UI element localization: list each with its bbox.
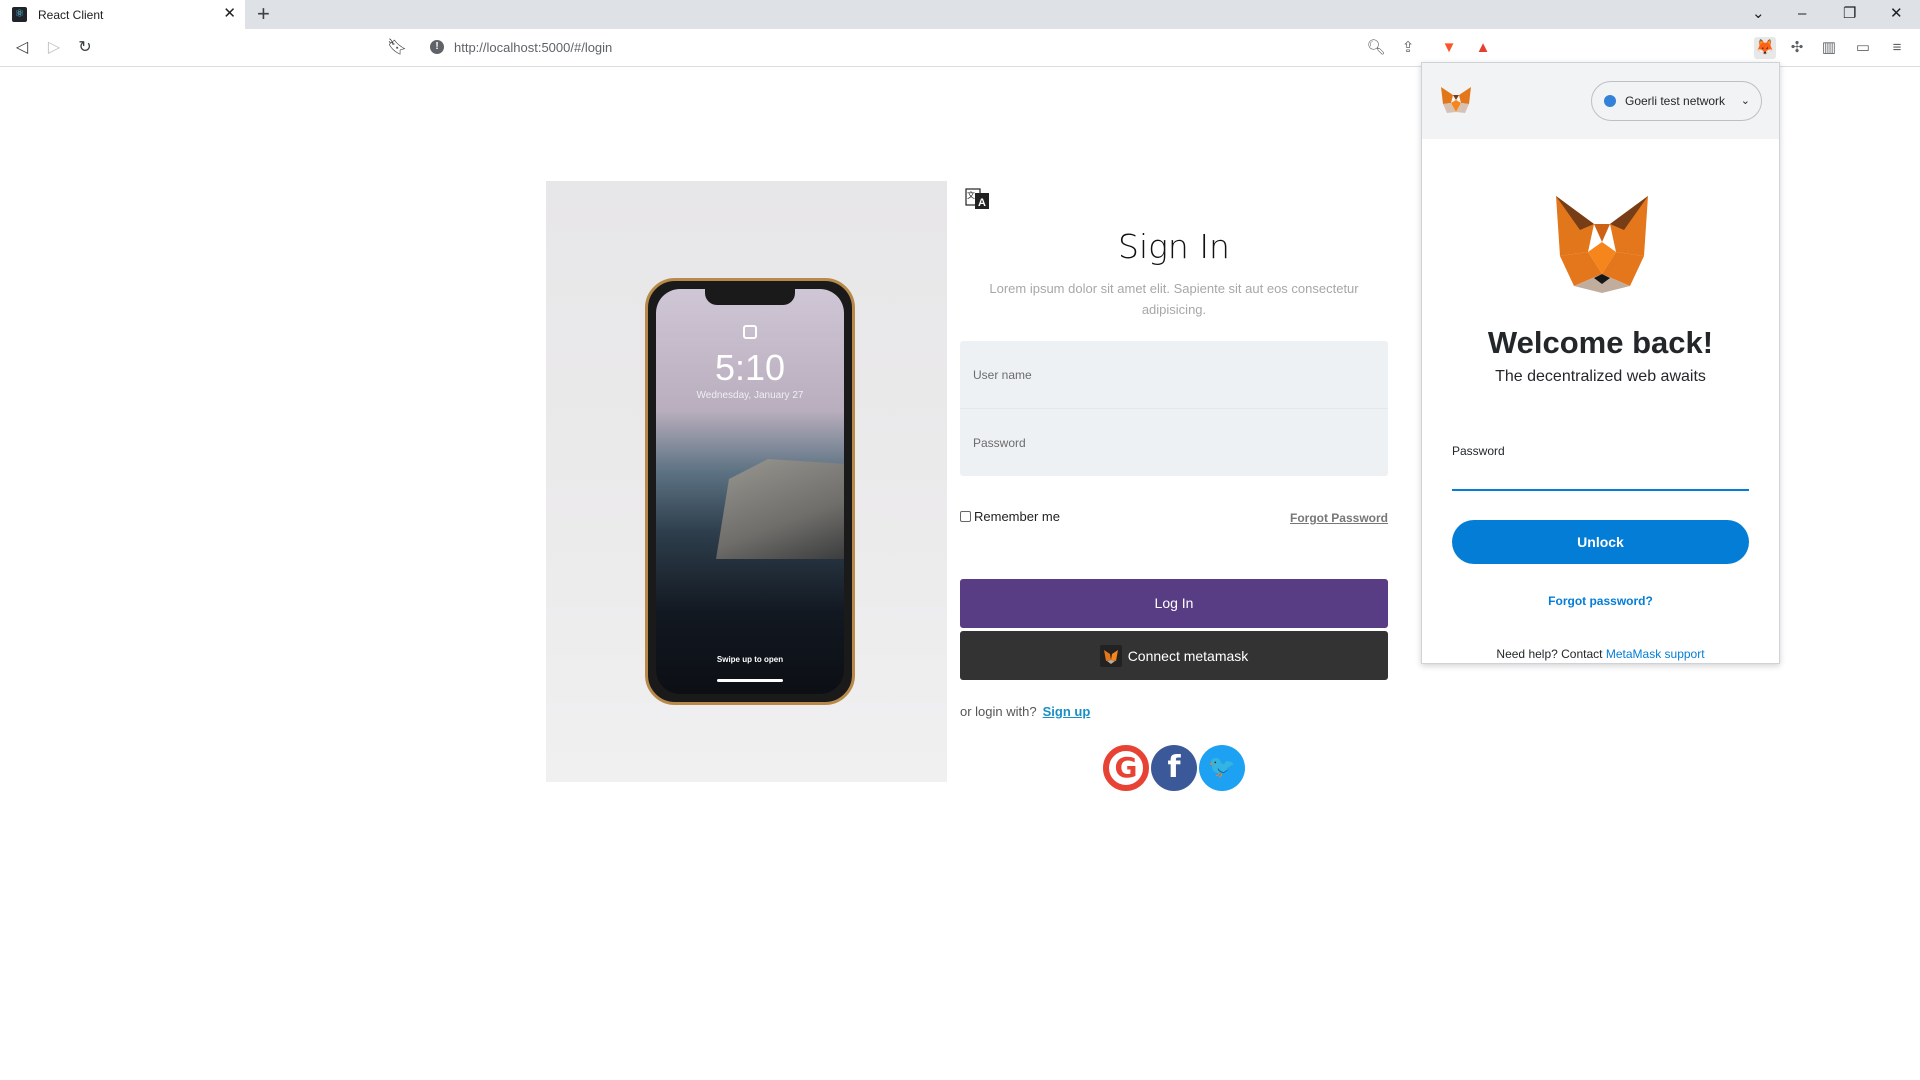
sidebar-icon[interactable]: ▥ [1818,37,1840,59]
metamask-popup: Goerli test network ⌄ Welcome back! The … [1421,62,1780,664]
svg-text:文: 文 [967,190,975,200]
forgot-password-link[interactable]: Forgot Password [1290,511,1388,525]
sign-up-link[interactable]: Sign up [1043,704,1091,719]
minimize-button[interactable]: – [1798,4,1806,24]
forward-icon[interactable]: ▷ [43,37,65,59]
phone-illustration: 5:10 Wednesday, January 27 Swipe up to o… [645,278,855,705]
share-icon[interactable]: ⇪ [1397,37,1419,59]
welcome-tagline: The decentralized web awaits [1495,368,1706,385]
restore-button[interactable]: ❐ [1843,4,1856,24]
translate-icon[interactable]: A 文 [965,186,991,212]
padlock-icon [743,325,757,339]
connect-metamask-button[interactable]: Connect metamask [960,631,1388,680]
google-icon: G [1114,751,1138,784]
url-text: http://localhost:5000/#/login [454,40,613,55]
address-bar[interactable]: ! http://localhost:5000/#/login [420,35,1500,61]
metamask-fox-logo-icon [1556,196,1648,293]
phone-swipe-text: Swipe up to open [716,655,784,664]
phone-home-bar [717,679,783,682]
network-status-dot [1604,95,1616,107]
new-tab-button[interactable]: + [257,2,270,26]
brave-rewards-icon[interactable]: ▲ [1472,37,1494,59]
remember-label: Remember me [974,509,1060,524]
menu-icon[interactable]: ≡ [1886,37,1908,59]
username-row [960,341,1388,408]
wallet-icon[interactable]: ▭ [1852,37,1874,59]
metamask-support-link[interactable]: MetaMask support [1606,647,1705,661]
google-login-button[interactable]: G [1103,745,1149,791]
twitter-login-button[interactable]: 🐦 [1199,745,1245,791]
back-icon[interactable]: ◁ [11,37,33,59]
brave-shields-icon[interactable]: ▼ [1438,37,1460,59]
phone-time: 5:10 [714,347,786,388]
extensions-icon[interactable]: ✣ [1786,37,1808,59]
connect-metamask-label: Connect metamask [1127,647,1249,664]
metamask-fox-icon [1099,644,1122,667]
help-prefix: Need help? Contact [1496,647,1603,661]
phone-date: Wednesday, January 27 [696,390,804,401]
metamask-extension-icon[interactable]: 🦊 [1754,37,1776,59]
react-favicon-icon: ⚛ [12,7,27,22]
reload-icon[interactable]: ↻ [74,37,96,59]
network-name: Goerli test network [1625,94,1726,108]
remember-me[interactable]: Remember me [960,509,1060,524]
help-line: Need help? Contact MetaMask support [1422,647,1779,661]
close-window-button[interactable]: ✕ [1890,4,1903,24]
unlock-button[interactable]: Unlock [1452,520,1749,564]
page-title: Sign In [1118,227,1230,266]
page-subtitle: Lorem ipsum dolor sit amet elit. Sapient… [989,281,1359,317]
zoom-icon[interactable]: 🔍︎ [1365,37,1387,59]
tab-search-icon[interactable]: ⌄ [1752,4,1765,24]
bookmark-icon[interactable]: 🔖︎ [386,37,408,59]
remember-checkbox[interactable] [960,511,971,522]
tab-bar: ⚛ React Client ✕ + ⌄ – ❐ ✕ [0,0,1920,29]
or-login-text: or login with? [960,704,1037,719]
credentials-box [960,341,1388,476]
login-button[interactable]: Log In [960,579,1388,628]
metamask-password-input[interactable] [1452,461,1749,491]
site-info-icon[interactable]: ! [430,40,444,54]
metamask-logo-icon [1441,87,1471,113]
tab-title: React Client [38,7,104,22]
svg-text:A: A [978,197,986,209]
metamask-password-label: Password [1452,444,1505,458]
tab-close-icon[interactable]: ✕ [223,6,236,22]
chevron-down-icon: ⌄ [1740,95,1750,107]
login-image: 5:10 Wednesday, January 27 Swipe up to o… [546,181,947,782]
twitter-icon: 🐦 [1208,755,1236,780]
browser-tab[interactable]: ⚛ React Client ✕ [0,0,245,29]
facebook-icon: f [1167,750,1181,785]
password-input[interactable] [973,409,1373,476]
network-selector[interactable]: Goerli test network ⌄ [1591,81,1762,121]
alt-login-line: or login with? Sign up [960,704,1090,719]
password-row [960,408,1388,476]
facebook-login-button[interactable]: f [1151,745,1197,791]
welcome-heading: Welcome back! [1487,325,1714,360]
username-input[interactable] [973,341,1373,408]
metamask-forgot-password-link[interactable]: Forgot password? [1422,594,1779,608]
metamask-header: Goerli test network ⌄ [1422,63,1779,139]
